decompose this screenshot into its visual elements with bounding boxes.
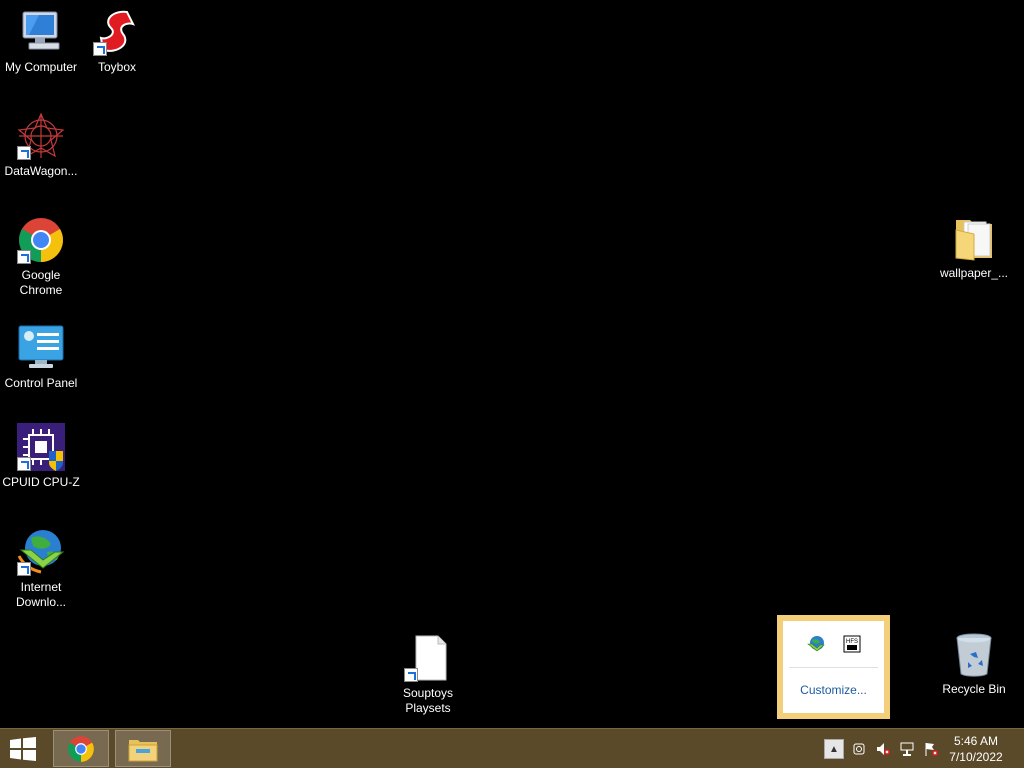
desktop-icon-label: Google Chrome: [0, 268, 82, 298]
desktop-icon-label: CPUID CPU-Z: [2, 475, 80, 489]
clock-date: 7/10/2022: [949, 750, 1003, 764]
label-line: Chrome: [19, 283, 63, 297]
desktop-icon-label: Internet Downlo...: [0, 580, 82, 610]
taskbar-file-explorer-button[interactable]: [115, 730, 171, 767]
computer-icon: [17, 8, 65, 56]
tray-overflow-icons: HFS: [783, 621, 884, 658]
clock-time: 5:46 AM: [953, 734, 999, 748]
shortcut-arrow-icon: [17, 250, 31, 264]
show-hidden-icons-button[interactable]: ▲: [824, 739, 844, 759]
folder-icon: [950, 214, 998, 262]
label-line: Downlo...: [15, 595, 67, 609]
hfs-badge-text: HFS: [846, 639, 858, 645]
hfs-tray-icon[interactable]: HFS: [843, 635, 861, 658]
volume-muted-icon[interactable]: [874, 740, 892, 758]
desktop: My Computer Toybox DataWagon... Google C…: [0, 0, 1024, 728]
start-button[interactable]: [8, 737, 38, 761]
cpuz-icon: [17, 423, 65, 471]
tray-overflow-popup: HFS Customize...: [777, 615, 890, 719]
customize-link[interactable]: Customize...: [783, 683, 884, 697]
desktop-icon-google-chrome[interactable]: Google Chrome: [0, 216, 82, 298]
shortcut-arrow-icon: [93, 42, 107, 56]
desktop-icon-internet-download-manager[interactable]: Internet Downlo...: [0, 528, 82, 610]
shortcut-arrow-icon: [404, 668, 418, 682]
document-icon: [404, 634, 452, 682]
desktop-icon-souptoys-playsets[interactable]: Souptoys Playsets: [387, 634, 469, 716]
desktop-icon-toybox[interactable]: Toybox: [76, 8, 158, 75]
shortcut-arrow-icon: [17, 562, 31, 576]
shortcut-arrow-icon: [17, 146, 31, 160]
system-tray: ▲: [824, 737, 940, 761]
desktop-icon-label: Toybox: [97, 60, 137, 74]
desktop-icon-control-panel[interactable]: Control Panel: [0, 324, 82, 391]
desktop-icon-label: DataWagon...: [4, 164, 78, 178]
label-line: Playsets: [405, 701, 451, 715]
desktop-icon-label: My Computer: [4, 60, 78, 74]
chrome-icon: [68, 735, 94, 762]
toybox-icon: [93, 8, 141, 56]
label-line: Souptoys: [402, 686, 454, 700]
tray-overflow-panel: HFS Customize...: [783, 621, 884, 713]
desktop-icon-label: Control Panel: [4, 376, 78, 390]
label-line: Internet: [20, 580, 62, 594]
desktop-icon-recycle-bin[interactable]: Recycle Bin: [933, 630, 1015, 697]
popup-divider: [789, 667, 878, 668]
desktop-icon-label: Souptoys Playsets: [387, 686, 469, 716]
recycle-bin-icon: [950, 630, 998, 678]
taskbar: ▲ 5:46 AM 7/10/2022: [0, 728, 1024, 768]
desktop-icon-label: wallpaper_...: [939, 266, 1009, 280]
desktop-icon-datawagon[interactable]: DataWagon...: [0, 112, 82, 179]
chrome-icon: [17, 216, 65, 264]
desktop-icon-cpuz[interactable]: CPUID CPU-Z: [0, 423, 82, 490]
desktop-icon-my-computer[interactable]: My Computer: [0, 8, 82, 75]
action-center-flag-icon[interactable]: [922, 740, 940, 758]
file-explorer-icon: [128, 739, 158, 761]
idm-icon: [17, 528, 65, 576]
desktop-icon-wallpaper-folder[interactable]: wallpaper_...: [933, 214, 1015, 281]
taskbar-chrome-button[interactable]: [53, 730, 109, 767]
network-icon[interactable]: [898, 740, 916, 758]
label-line: Google: [21, 268, 61, 282]
control-panel-icon: [17, 324, 65, 372]
shortcut-arrow-icon: [17, 457, 31, 471]
taskbar-clock[interactable]: 5:46 AM 7/10/2022: [946, 733, 1006, 765]
network-settings-icon[interactable]: [850, 740, 868, 758]
windows-logo-icon: [10, 737, 36, 761]
idm-tray-icon[interactable]: [806, 635, 825, 658]
desktop-icon-label: Recycle Bin: [942, 682, 1006, 696]
datawagon-icon: [17, 112, 65, 160]
